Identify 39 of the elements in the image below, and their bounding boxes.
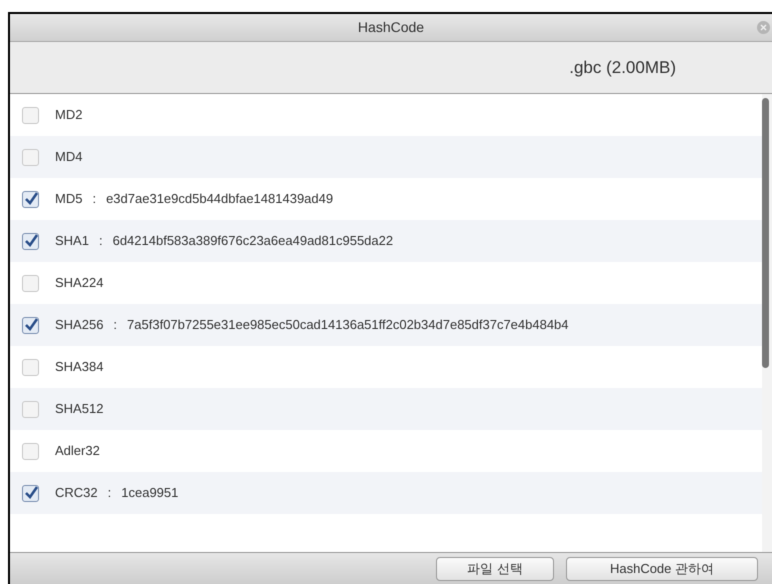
checkbox[interactable]	[22, 358, 39, 376]
close-icon	[760, 24, 767, 31]
checkbox[interactable]	[22, 190, 39, 208]
scrollbar-thumb[interactable]	[762, 98, 769, 368]
dialog-button[interactable]: HashCode 관하여	[566, 556, 758, 580]
algorithm-name: SHA224	[55, 274, 104, 292]
checkbox[interactable]	[22, 148, 39, 166]
hash-value: 1cea9951	[121, 484, 178, 502]
algorithm-name: CRC32	[55, 484, 98, 502]
checkmark-icon	[24, 486, 38, 500]
algorithm-name: SHA1	[55, 232, 89, 250]
checkbox[interactable]	[22, 442, 39, 460]
file-info: .gbc (2.00MB)	[569, 56, 676, 79]
checkbox[interactable]	[22, 106, 39, 124]
separator: :	[98, 232, 103, 250]
window-title: HashCode	[358, 18, 424, 37]
algorithm-name: MD5	[55, 190, 82, 208]
dialog-button[interactable]: 파일 선택	[436, 556, 554, 580]
separator: :	[108, 484, 112, 502]
checkbox[interactable]	[22, 232, 39, 250]
checkmark-icon	[24, 318, 38, 332]
hash-value: 7a5f3f07b7255e31ee985ec50cad14136a51ff2c02b34d7e85df37c7e4b484b4	[127, 316, 569, 334]
algorithm-name: SHA256	[55, 316, 104, 334]
algorithm-name: SHA384	[55, 358, 104, 376]
checkbox[interactable]	[22, 316, 39, 334]
separator: :	[92, 190, 96, 208]
algorithm-name: MD2	[55, 106, 82, 124]
algorithm-name: SHA512	[55, 400, 104, 418]
hash-value: e3d7ae31e9cd5b44dbfae1481439ad49	[106, 190, 334, 208]
checkmark-icon	[24, 234, 38, 248]
checkmark-icon	[24, 192, 38, 206]
separator: :	[113, 316, 118, 334]
close-button[interactable]	[757, 21, 770, 34]
algorithm-name: Adler32	[55, 442, 100, 460]
hash-value: 6d4214bf583a389f676c23a6ea49ad81c955da22	[112, 232, 394, 250]
checkbox[interactable]	[22, 484, 39, 502]
checkbox[interactable]	[22, 274, 39, 292]
checkbox[interactable]	[22, 400, 39, 418]
algorithm-name: MD4	[55, 148, 82, 166]
